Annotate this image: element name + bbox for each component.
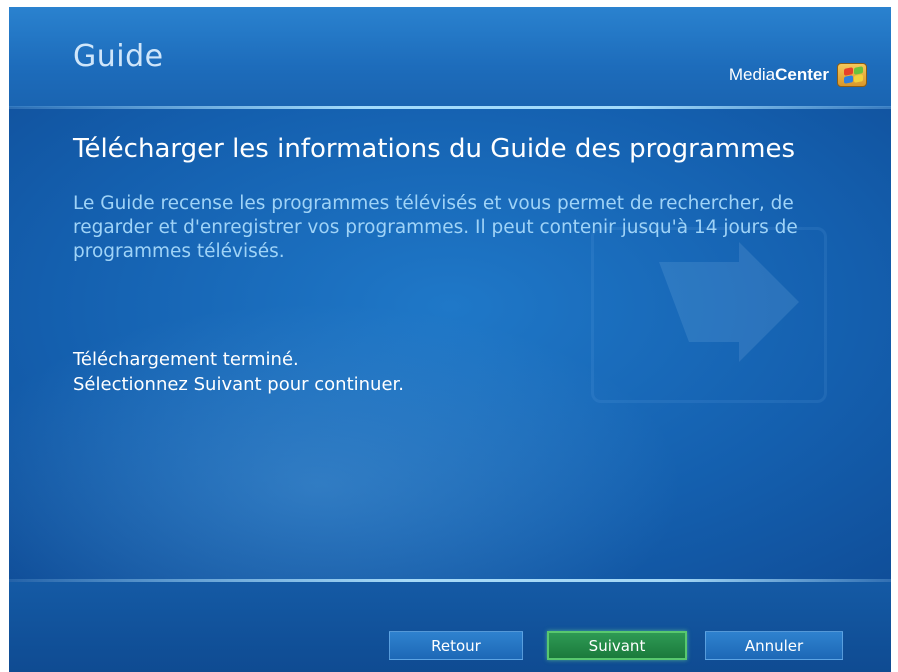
status-message: Téléchargement terminé. Sélectionnez Sui…: [73, 347, 404, 397]
brand-media-text: Media: [728, 65, 776, 84]
cancel-button[interactable]: Annuler: [705, 631, 843, 660]
status-line-instruction: Sélectionnez Suivant pour continuer.: [73, 374, 405, 395]
status-line-complete: Téléchargement terminé.: [73, 349, 299, 370]
windows-flag-icon: [837, 63, 867, 87]
media-center-wordmark: MediaCenter: [729, 65, 829, 85]
next-button[interactable]: Suivant: [547, 631, 687, 660]
header-bar: Guide MediaCenter: [9, 7, 891, 107]
media-center-screen: Guide MediaCenter Télécharger les inform…: [9, 7, 891, 672]
page-description: Le Guide recense les programmes télévisé…: [73, 193, 798, 262]
back-button[interactable]: Retour: [389, 631, 523, 660]
brand-center-text: Center: [775, 65, 829, 84]
media-center-logo: MediaCenter: [729, 63, 867, 87]
section-title: Guide: [73, 39, 164, 74]
page-title: Télécharger les informations du Guide de…: [73, 134, 795, 164]
header-divider: [9, 106, 891, 109]
